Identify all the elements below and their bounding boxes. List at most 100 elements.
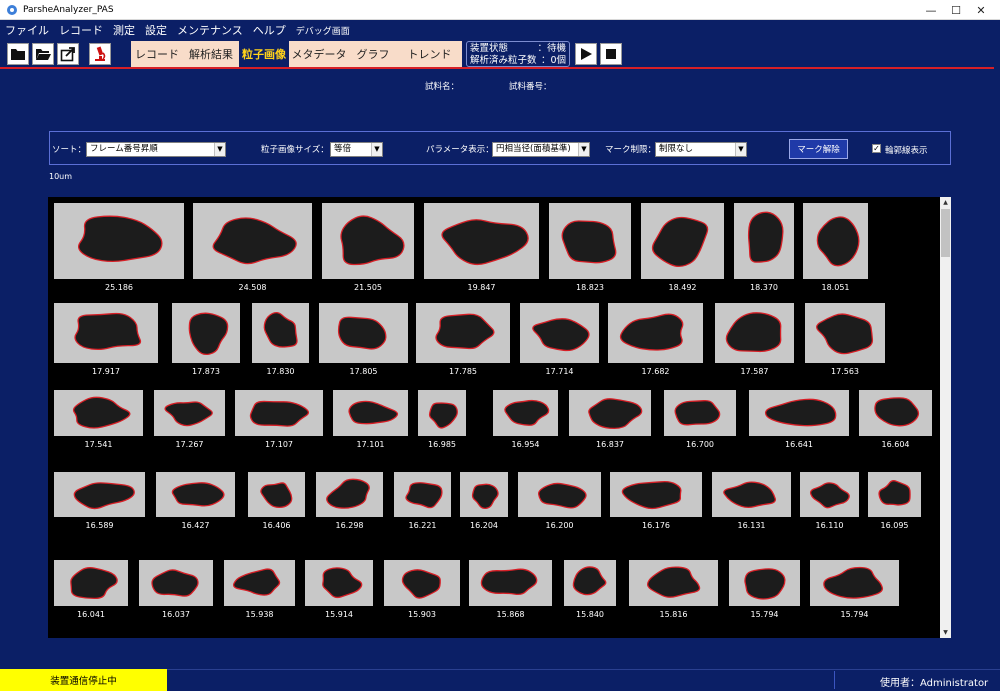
particle-thumbnail[interactable]: 17.101 xyxy=(333,390,408,450)
particle-thumbnail[interactable]: 25.186 xyxy=(54,203,184,293)
particle-thumbnail[interactable]: 17.873 xyxy=(172,303,240,377)
particle-thumbnail[interactable]: 17.541 xyxy=(54,390,143,450)
menu-help[interactable]: ヘルプ xyxy=(253,22,286,38)
particle-thumbnail[interactable]: 17.587 xyxy=(715,303,794,377)
open-folder-button[interactable] xyxy=(32,43,54,65)
particle-thumbnail[interactable]: 16.700 xyxy=(664,390,736,450)
particle-thumbnail[interactable]: 18.051 xyxy=(803,203,868,293)
particle-thumbnail[interactable]: 15.816 xyxy=(629,560,718,620)
parameter-select[interactable]: 円相当径(面積基準) ▼ xyxy=(492,142,590,157)
particle-thumbnail[interactable]: 17.563 xyxy=(805,303,885,377)
particle-thumbnail[interactable]: 16.641 xyxy=(749,390,849,450)
particle-thumbnail[interactable]: 17.107 xyxy=(235,390,323,450)
gallery-scrollbar[interactable]: ▲ ▼ xyxy=(940,197,951,638)
particle-thumbnail[interactable]: 18.370 xyxy=(734,203,794,293)
stop-button[interactable] xyxy=(600,43,622,65)
export-button[interactable] xyxy=(57,43,79,65)
menu-measure[interactable]: 測定 xyxy=(113,22,135,38)
image-size-select[interactable]: 等倍 ▼ xyxy=(330,142,383,157)
particle-thumbnail[interactable]: 16.589 xyxy=(54,472,145,531)
particle-image xyxy=(418,390,466,436)
play-icon xyxy=(581,48,592,60)
particle-diameter-label: 16.204 xyxy=(470,521,498,530)
tab-record[interactable]: レコード xyxy=(131,41,183,67)
particle-thumbnail[interactable]: 15.903 xyxy=(384,560,460,620)
mark-limit-select[interactable]: 制限なし ▼ xyxy=(655,142,747,157)
analyzed-count-label: 解析済み粒子数 xyxy=(470,55,537,66)
particle-thumbnail[interactable]: 16.298 xyxy=(316,472,383,531)
particle-thumbnail[interactable]: 17.805 xyxy=(319,303,408,377)
particle-thumbnail[interactable]: 17.917 xyxy=(54,303,158,377)
particle-thumbnail[interactable]: 16.131 xyxy=(712,472,791,531)
outline-checkbox[interactable]: ✓ xyxy=(872,144,881,153)
particle-diameter-label: 18.051 xyxy=(821,283,850,292)
mark-clear-button[interactable]: マーク解除 xyxy=(789,139,848,159)
menu-debug[interactable]: デバッグ画面 xyxy=(296,24,350,37)
sort-select[interactable]: フレーム番号昇順 ▼ xyxy=(86,142,226,157)
particle-image xyxy=(608,303,703,363)
new-folder-button[interactable] xyxy=(7,43,29,65)
particle-thumbnail[interactable]: 18.492 xyxy=(641,203,724,293)
particle-thumbnail[interactable]: 21.505 xyxy=(322,203,414,293)
export-icon xyxy=(60,47,75,62)
particle-thumbnail[interactable]: 16.954 xyxy=(493,390,558,450)
particle-thumbnail[interactable]: 16.095 xyxy=(868,472,921,531)
particle-image xyxy=(333,390,408,436)
particle-thumbnail[interactable]: 19.847 xyxy=(424,203,539,293)
particle-thumbnail[interactable]: 17.714 xyxy=(520,303,599,377)
menu-settings[interactable]: 設定 xyxy=(145,22,167,38)
chevron-down-icon: ▼ xyxy=(371,143,382,156)
particle-thumbnail[interactable]: 15.914 xyxy=(305,560,373,620)
particle-image xyxy=(203,633,277,638)
particle-thumbnail[interactable]: 16.110 xyxy=(800,472,859,531)
particle-thumbnail[interactable]: 16.204 xyxy=(460,472,508,531)
tab-particle-images[interactable]: 粒子画像 xyxy=(239,41,289,67)
particle-thumbnail[interactable]: 17.682 xyxy=(608,303,703,377)
particle-diameter-label: 17.101 xyxy=(356,440,385,449)
particle-thumbnail[interactable]: 24.508 xyxy=(193,203,312,293)
particle-thumbnail[interactable]: 18.823 xyxy=(549,203,631,293)
particle-image xyxy=(868,472,921,517)
particle-thumbnail[interactable]: 17.785 xyxy=(416,303,510,377)
microscope-button[interactable] xyxy=(89,43,111,65)
particle-thumbnail[interactable]: 16.041 xyxy=(54,560,128,620)
title-bar: ParsheAnalyzer_PAS — ☐ ✕ xyxy=(0,0,1000,20)
particle-thumbnail[interactable]: 16.176 xyxy=(610,472,702,531)
particle-image xyxy=(493,390,558,436)
menu-file[interactable]: ファイル xyxy=(5,22,49,38)
particle-thumbnail[interactable]: 16.221 xyxy=(394,472,451,531)
tab-metadata[interactable]: メタデータ xyxy=(289,41,349,67)
particle-diameter-label: 15.914 xyxy=(325,610,353,619)
scroll-thumb[interactable] xyxy=(941,209,950,257)
particle-thumbnail[interactable]: 16.604 xyxy=(859,390,932,450)
particle-image xyxy=(316,472,383,517)
tab-analysis-results[interactable]: 解析結果 xyxy=(183,41,239,67)
particle-image xyxy=(460,472,508,517)
particle-thumbnail[interactable]: 15.938 xyxy=(224,560,295,620)
particle-thumbnail[interactable]: 16.427 xyxy=(156,472,235,531)
particle-image xyxy=(800,472,859,517)
particle-thumbnail[interactable]: 15.840 xyxy=(564,560,616,620)
particle-thumbnail[interactable]: 17.830 xyxy=(252,303,309,377)
particle-thumbnail[interactable]: 16.200 xyxy=(518,472,601,531)
start-button[interactable] xyxy=(575,43,597,65)
status-divider xyxy=(834,671,835,689)
particle-thumbnail[interactable]: 16.837 xyxy=(569,390,651,450)
menu-record[interactable]: レコード xyxy=(59,22,103,38)
particle-thumbnail[interactable]: 15.794 xyxy=(729,560,800,620)
particle-gallery[interactable]: 25.186 24.508 21.505 19.847 18.823 18.492 18.3… xyxy=(48,197,951,638)
scroll-down-icon[interactable]: ▼ xyxy=(940,627,951,638)
scroll-up-icon[interactable]: ▲ xyxy=(940,197,951,208)
tab-trend[interactable]: トレンド xyxy=(397,41,462,67)
particle-image xyxy=(54,472,145,517)
particle-thumbnail[interactable]: 15.868 xyxy=(469,560,552,620)
particle-thumbnail[interactable]: 16.406 xyxy=(248,472,305,531)
close-icon[interactable]: ✕ xyxy=(958,0,1000,20)
particle-thumbnail[interactable]: 16.037 xyxy=(139,560,213,620)
tab-graph[interactable]: グラフ xyxy=(349,41,397,67)
menu-maintenance[interactable]: メンテナンス xyxy=(177,22,243,38)
particle-thumbnail[interactable]: 17.267 xyxy=(154,390,225,450)
particle-thumbnail[interactable]: 15.794 xyxy=(810,560,899,620)
particle-thumbnail[interactable]: 16.985 xyxy=(418,390,466,450)
device-status-box: 装置状態 ：待機 解析済み粒子数 ：0個 xyxy=(466,41,570,67)
